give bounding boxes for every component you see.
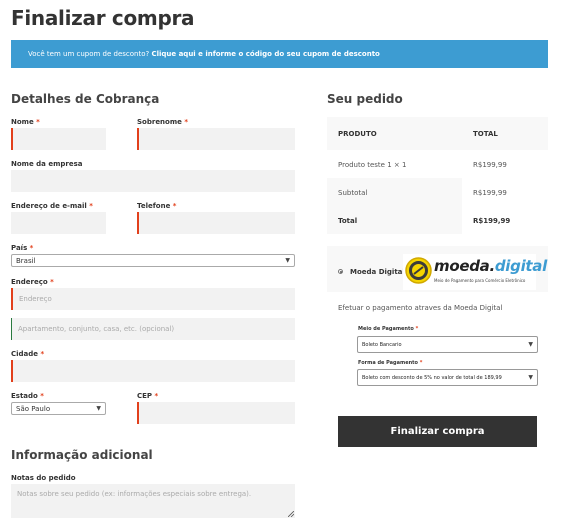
country-label: País *: [11, 244, 34, 252]
chevron-down-icon: ▼: [528, 341, 533, 348]
additional-heading: Informação adicional: [11, 448, 153, 462]
cep-label: CEP *: [137, 392, 159, 400]
item-total: R$199,99: [473, 161, 507, 169]
state-value: São Paulo: [16, 404, 51, 413]
subtotal-value: R$199,99: [473, 189, 507, 197]
state-label: Estado *: [11, 392, 44, 400]
company-label: Nome da empresa: [11, 160, 83, 168]
total-value: R$199,99: [473, 217, 511, 225]
chevron-down-icon: ▼: [528, 374, 533, 381]
country-value: Brasil: [16, 256, 36, 265]
chevron-down-icon: ▼: [96, 405, 101, 412]
payment-radio[interactable]: [338, 269, 343, 274]
last-name-label: Sobrenome *: [137, 118, 189, 126]
phone-label: Telefone *: [137, 202, 177, 210]
page-title: Finalizar compra: [11, 6, 195, 30]
coupon-link[interactable]: Clique aqui e informe o código do seu cu…: [151, 50, 379, 58]
logo-subtitle: Meio de Pagamento para Comércio Eletrôni…: [434, 278, 526, 283]
state-select[interactable]: São Paulo ▼: [11, 402, 106, 415]
address-label: Endereço *: [11, 278, 54, 286]
resize-handle-icon[interactable]: [288, 511, 294, 517]
means-label: Meio de Pagamento *: [358, 326, 419, 332]
payment-method-label: Moeda Digital: [350, 268, 405, 276]
logo-wordmark: moeda.digital: [434, 257, 547, 275]
last-name-field[interactable]: [137, 128, 295, 150]
col-total: TOTAL: [473, 130, 498, 138]
first-name-field[interactable]: [11, 128, 106, 150]
country-select[interactable]: Brasil ▼: [11, 254, 295, 267]
email-label: Endereço de e-mail *: [11, 202, 93, 210]
city-field[interactable]: [11, 360, 295, 382]
form-value: Boleto com desconto de 5% no valor de to…: [362, 374, 502, 381]
item-name: Produto teste 1 × 1: [338, 161, 407, 169]
chevron-down-icon: ▼: [285, 257, 290, 264]
company-field[interactable]: [11, 170, 295, 192]
email-field[interactable]: [11, 212, 106, 234]
form-label: Forma de Pagamento *: [358, 360, 423, 366]
coupon-banner: Você tem um cupom de desconto? Clique aq…: [11, 40, 548, 68]
means-value: Boleto Bancario: [362, 341, 402, 348]
total-label: Total: [338, 217, 358, 225]
coin-icon: [405, 257, 432, 284]
moeda-digital-logo: moeda.digital Meio de Pagamento para Com…: [403, 254, 547, 290]
order-totals-values-bg: [462, 178, 548, 234]
notes-label: Notas do pedido: [11, 474, 76, 482]
coupon-text: Você tem um cupom de desconto?: [28, 50, 150, 58]
notes-textarea[interactable]: Notas sobre seu pedido (ex: informações …: [11, 484, 295, 518]
first-name-label: Nome *: [11, 118, 40, 126]
city-label: Cidade *: [11, 350, 45, 358]
address2-field[interactable]: Apartamento, conjunto, casa, etc. (opcio…: [11, 318, 295, 340]
billing-heading: Detalhes de Cobrança: [11, 92, 160, 106]
place-order-button[interactable]: Finalizar compra: [338, 416, 537, 447]
cep-field[interactable]: [137, 402, 295, 424]
subtotal-label: Subtotal: [338, 189, 368, 197]
col-product: PRODUTO: [338, 130, 377, 138]
order-heading: Seu pedido: [327, 92, 403, 106]
address-field[interactable]: Endereço: [11, 288, 295, 310]
means-select[interactable]: Boleto Bancario ▼: [357, 336, 538, 353]
payment-description: Efetuar o pagamento atraves da Moeda Dig…: [338, 304, 503, 312]
form-select[interactable]: Boleto com desconto de 5% no valor de to…: [357, 369, 538, 386]
phone-field[interactable]: [137, 212, 295, 234]
